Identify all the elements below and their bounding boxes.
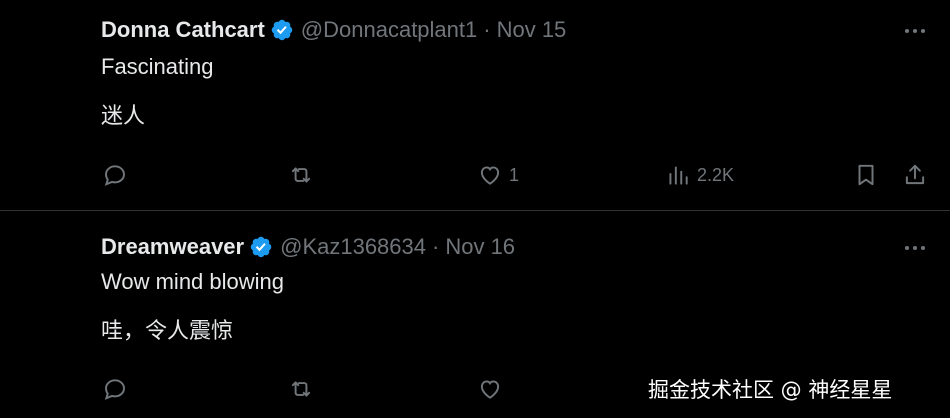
reply-button[interactable] bbox=[102, 160, 128, 190]
tweet-text-line: Wow mind blowing bbox=[101, 269, 285, 294]
like-button[interactable] bbox=[477, 374, 503, 404]
more-options-icon[interactable] bbox=[900, 233, 930, 263]
watermark: 掘金技术社区 @ 神经星星 bbox=[648, 378, 893, 402]
tweet-text-line: Fascinating bbox=[101, 54, 214, 79]
more-options-icon[interactable] bbox=[900, 16, 930, 46]
bookmark-button[interactable] bbox=[853, 160, 879, 190]
verified-badge-icon[interactable] bbox=[249, 235, 273, 259]
author-name[interactable]: Dreamweaver bbox=[101, 234, 244, 260]
like-count: 1 bbox=[509, 164, 520, 185]
heart-icon bbox=[480, 380, 500, 399]
retweet-icon bbox=[291, 381, 311, 397]
retweet-button[interactable] bbox=[288, 374, 314, 404]
tweet-text-line: 迷人 bbox=[101, 103, 146, 128]
heart-icon bbox=[480, 166, 500, 185]
avatar[interactable] bbox=[24, 14, 88, 78]
retweet-icon bbox=[291, 167, 311, 183]
reply-button[interactable] bbox=[102, 374, 128, 404]
author-handle[interactable]: @Kaz1368634 bbox=[280, 234, 426, 260]
verified-badge-icon[interactable] bbox=[270, 18, 294, 42]
author-handle[interactable]: @Donnacatplant1 bbox=[301, 17, 477, 43]
author-name[interactable]: Donna Cathcart bbox=[101, 17, 265, 43]
bookmark-icon bbox=[858, 164, 874, 186]
like-button[interactable]: 1 bbox=[477, 160, 519, 190]
tweet-header: Donna Cathcart @Donnacatplant1 · Nov 15 bbox=[101, 15, 566, 45]
share-icon bbox=[905, 164, 925, 185]
tweet-date[interactable]: Nov 16 bbox=[445, 234, 515, 260]
share-button[interactable] bbox=[902, 160, 928, 190]
avatar[interactable] bbox=[24, 231, 88, 295]
tweet-text-line: 哇，令人震惊 bbox=[101, 318, 234, 343]
tweet-date[interactable]: Nov 15 bbox=[497, 17, 567, 43]
separator-dot: · bbox=[432, 234, 440, 259]
tweet-header: Dreamweaver @Kaz1368634 · Nov 16 bbox=[101, 232, 515, 262]
retweet-button[interactable] bbox=[288, 160, 314, 190]
reply-icon bbox=[104, 165, 125, 186]
separator-dot: · bbox=[483, 17, 491, 42]
views-count: 2.2K bbox=[697, 164, 735, 185]
views-chart-icon bbox=[669, 166, 688, 185]
reply-icon bbox=[104, 379, 125, 400]
views-button[interactable]: 2.2K bbox=[665, 160, 734, 190]
